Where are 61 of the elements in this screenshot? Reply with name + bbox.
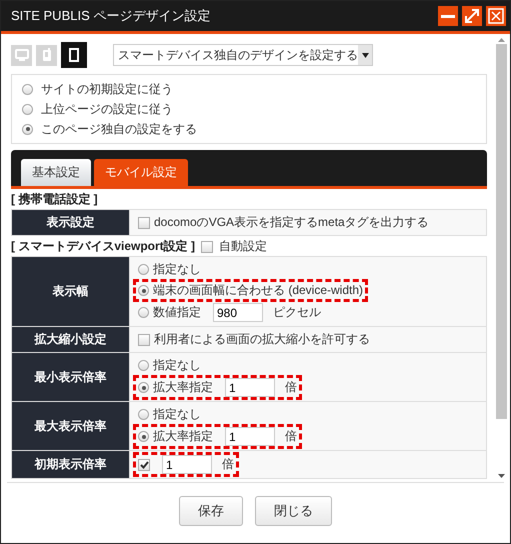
option-label: 利用者による画面の拡大縮小を許可する [154, 331, 370, 348]
option-label: 指定なし [153, 261, 201, 278]
unit-label: 倍 [222, 456, 234, 473]
minimize-button[interactable] [438, 6, 458, 26]
radio-button[interactable] [22, 124, 33, 134]
scroll-up-icon[interactable] [498, 38, 505, 42]
radio-button[interactable] [138, 285, 149, 296]
tab[interactable]: モバイル設定 [94, 159, 188, 186]
radio-button[interactable] [138, 360, 149, 371]
maximize-button[interactable] [462, 6, 482, 26]
close-icon [486, 6, 506, 26]
radio-button[interactable] [138, 382, 149, 393]
option-label: 拡大率指定 [153, 428, 213, 445]
number-field[interactable]: 1 [225, 378, 275, 397]
unit-label: 倍 [285, 428, 297, 445]
section-title: [ 携帯電話設定 ] [11, 191, 98, 208]
row-label: 表示幅 [12, 256, 130, 326]
dialog-button[interactable]: 保存 [179, 496, 243, 526]
number-field[interactable]: 980 [213, 303, 263, 322]
option-label: 指定なし [153, 357, 201, 374]
maximize-icon [462, 6, 482, 26]
option-label: 数値指定 [153, 304, 201, 321]
design-dropdown[interactable]: スマートデバイス独自のデザインを設定する [113, 44, 373, 66]
close-button[interactable] [486, 6, 506, 26]
radio-button[interactable] [22, 104, 33, 114]
radio-button[interactable] [22, 84, 33, 94]
number-field[interactable]: 1 [225, 427, 275, 446]
number-field[interactable]: 1 [162, 455, 212, 474]
option-label: このページ独自の設定をする [41, 120, 197, 138]
option-label: docomoのVGA表示を指定するmetaタグを出力する [154, 214, 429, 231]
option-label: 拡大率指定 [153, 379, 213, 396]
desktop-icon[interactable] [11, 44, 32, 66]
checkbox[interactable] [201, 240, 214, 252]
option-label: 上位ページの設定に従う [41, 100, 173, 118]
dialog-button[interactable]: 閉じる [255, 496, 332, 526]
row-label: 初期表示倍率 [12, 450, 130, 478]
option-label: 端末の画面幅に合わせる (device-width) [153, 282, 364, 299]
mobile-icon[interactable] [36, 44, 57, 66]
radio-button[interactable] [138, 307, 149, 318]
row-label: 最大表示倍率 [12, 402, 130, 450]
caret-icon [358, 45, 372, 65]
option-label: サイトの初期設定に従う [41, 80, 173, 98]
unit-label: 倍 [285, 379, 297, 396]
minimize-icon [441, 14, 455, 18]
tab[interactable]: 基本設定 [21, 159, 91, 186]
option-label: 自動設定 [219, 238, 268, 255]
radio-button[interactable] [138, 431, 149, 442]
checkbox[interactable] [138, 334, 150, 346]
section-title: [ スマートデバイスviewport設定 ] [11, 238, 196, 255]
checkbox[interactable] [138, 216, 150, 228]
checkbox[interactable] [138, 458, 150, 470]
radio-button[interactable] [138, 264, 149, 275]
radio-button[interactable] [138, 409, 149, 420]
row-label: 表示設定 [12, 210, 130, 236]
row-label: 最小表示倍率 [12, 352, 130, 402]
scroll-down-icon[interactable] [498, 474, 505, 478]
unit-label: ピクセル [273, 304, 321, 321]
row-label: 拡大縮小設定 [12, 326, 130, 352]
option-label: 指定なし [153, 406, 201, 423]
window-title: SITE PUBLIS ページデザイン設定 [11, 7, 212, 25]
smartphone-icon[interactable] [61, 42, 87, 68]
